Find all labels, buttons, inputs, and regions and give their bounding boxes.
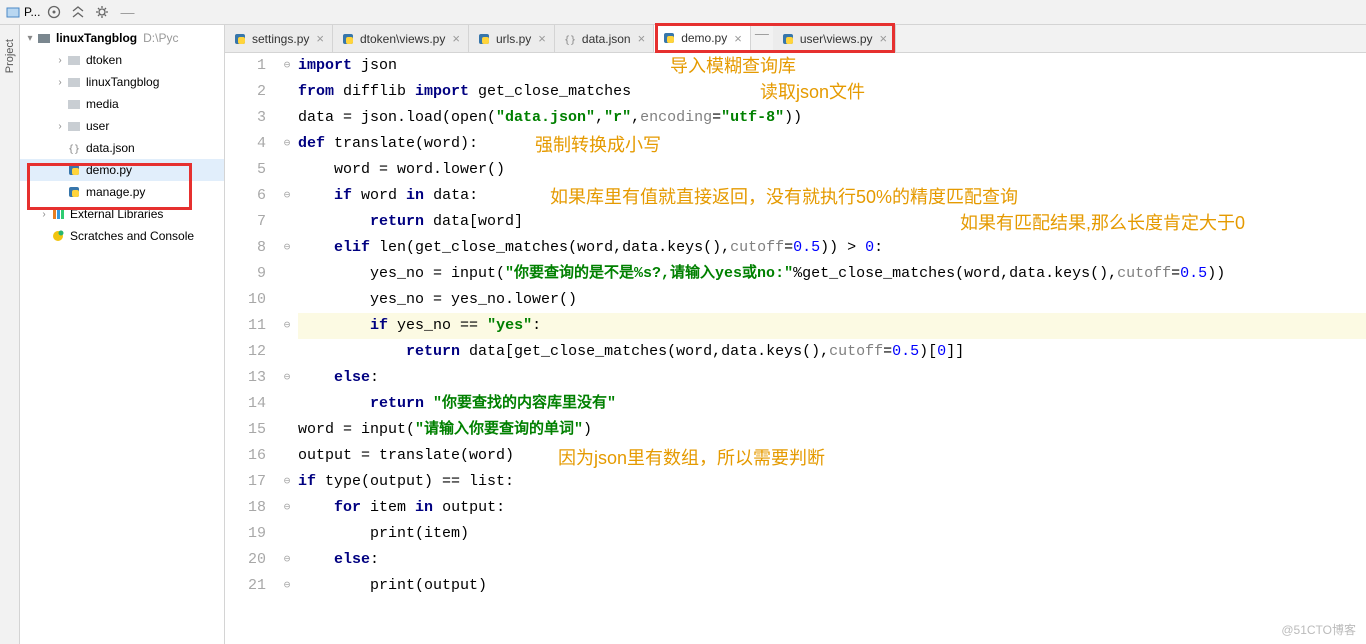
code-line-18[interactable]: for item in output: bbox=[298, 495, 1366, 521]
code-content[interactable]: import jsonfrom difflib import get_close… bbox=[294, 53, 1366, 644]
tree-root-label: linuxTangblog bbox=[56, 31, 137, 45]
tree-item-user[interactable]: ›user bbox=[20, 115, 224, 137]
code-line-16[interactable]: output = translate(word) bbox=[298, 443, 1366, 469]
py-icon bbox=[66, 162, 82, 178]
code-line-14[interactable]: return "你要查找的内容库里没有" bbox=[298, 391, 1366, 417]
tree-item-manage-py[interactable]: manage.py bbox=[20, 181, 224, 203]
dir-icon bbox=[66, 74, 82, 90]
code-line-2[interactable]: from difflib import get_close_matches bbox=[298, 79, 1366, 105]
tab-data-json[interactable]: {}data.json× bbox=[555, 25, 654, 52]
dir-icon bbox=[66, 118, 82, 134]
tab-user-views-py[interactable]: user\views.py× bbox=[773, 25, 896, 52]
tree-item-External Libraries[interactable]: ›External Libraries bbox=[20, 203, 224, 225]
code-line-1[interactable]: import json bbox=[298, 53, 1366, 79]
collapse-icon[interactable] bbox=[68, 2, 88, 22]
folder-icon bbox=[66, 96, 82, 112]
tree-item-linuxTangblog[interactable]: ›linuxTangblog bbox=[20, 71, 224, 93]
code-line-12[interactable]: return data[get_close_matches(word,data.… bbox=[298, 339, 1366, 365]
code-line-15[interactable]: word = input("请输入你要查询的单词") bbox=[298, 417, 1366, 443]
code-line-20[interactable]: else: bbox=[298, 547, 1366, 573]
code-line-7[interactable]: return data[word] bbox=[298, 209, 1366, 235]
py-icon bbox=[662, 31, 676, 45]
target-icon[interactable] bbox=[44, 2, 64, 22]
code-line-6[interactable]: if word in data: bbox=[298, 183, 1366, 209]
tab-settings-py[interactable]: settings.py× bbox=[225, 25, 333, 52]
breadcrumb-bar: P... — bbox=[0, 0, 1366, 25]
tree-root[interactable]: ▾ linuxTangblog D:\Pyc bbox=[20, 27, 224, 49]
tab-urls-py[interactable]: urls.py× bbox=[469, 25, 555, 52]
close-icon[interactable]: × bbox=[732, 31, 744, 46]
gear-icon[interactable] bbox=[92, 2, 112, 22]
tab-demo-py[interactable]: demo.py× bbox=[654, 25, 751, 53]
scratch-icon bbox=[50, 228, 66, 244]
lib-icon bbox=[50, 206, 66, 222]
code-editor[interactable]: 123456789101112131415161718192021 ⊖⊖⊖⊖⊖⊖… bbox=[225, 53, 1366, 644]
code-line-8[interactable]: elif len(get_close_matches(word,data.key… bbox=[298, 235, 1366, 261]
tree-item-Scratches and Console[interactable]: Scratches and Console bbox=[20, 225, 224, 247]
fold-column[interactable]: ⊖⊖⊖⊖⊖⊖⊖⊖⊖⊖ bbox=[280, 53, 294, 644]
line-gutter: 123456789101112131415161718192021 bbox=[225, 53, 280, 644]
tree-item-media[interactable]: media bbox=[20, 93, 224, 115]
close-icon[interactable]: × bbox=[314, 31, 326, 46]
code-line-21[interactable]: print(output) bbox=[298, 573, 1366, 599]
hide-icon[interactable]: — bbox=[751, 25, 773, 52]
close-icon[interactable]: × bbox=[536, 31, 548, 46]
folder-icon bbox=[36, 30, 52, 46]
code-line-10[interactable]: yes_no = yes_no.lower() bbox=[298, 287, 1366, 313]
svg-text:{}: {} bbox=[68, 144, 80, 155]
tree-item-demo-py[interactable]: demo.py bbox=[20, 159, 224, 181]
code-line-11[interactable]: if yes_no == "yes": bbox=[298, 313, 1366, 339]
project-icon bbox=[6, 5, 20, 19]
project-tree[interactable]: ▾ linuxTangblog D:\Pyc ›dtoken›linuxTang… bbox=[20, 25, 225, 644]
py-icon bbox=[341, 32, 355, 46]
py-icon bbox=[233, 32, 247, 46]
hide-tool-icon[interactable]: — bbox=[116, 4, 138, 20]
crumb-project[interactable]: P... bbox=[24, 5, 40, 19]
json-icon: {} bbox=[66, 140, 82, 156]
svg-text:{}: {} bbox=[564, 35, 576, 46]
code-line-5[interactable]: word = word.lower() bbox=[298, 157, 1366, 183]
dir-icon bbox=[66, 52, 82, 68]
tree-item-dtoken[interactable]: ›dtoken bbox=[20, 49, 224, 71]
close-icon[interactable]: × bbox=[636, 31, 648, 46]
code-line-9[interactable]: yes_no = input("你要查询的是不是%s?,请输入yes或no:"%… bbox=[298, 261, 1366, 287]
code-line-3[interactable]: data = json.load(open("data.json","r",en… bbox=[298, 105, 1366, 131]
tab-dtoken-views-py[interactable]: dtoken\views.py× bbox=[333, 25, 469, 52]
code-line-4[interactable]: def translate(word): bbox=[298, 131, 1366, 157]
close-icon[interactable]: × bbox=[878, 31, 890, 46]
code-line-17[interactable]: if type(output) == list: bbox=[298, 469, 1366, 495]
json-icon: {} bbox=[563, 32, 577, 46]
py-icon bbox=[66, 184, 82, 200]
py-icon bbox=[781, 32, 795, 46]
close-icon[interactable]: × bbox=[450, 31, 462, 46]
tree-item-data-json[interactable]: {}data.json bbox=[20, 137, 224, 159]
tree-root-path: D:\Pyc bbox=[143, 31, 178, 45]
code-line-19[interactable]: print(item) bbox=[298, 521, 1366, 547]
editor-tabs: settings.py×dtoken\views.py×urls.py×{}da… bbox=[225, 25, 1366, 53]
code-line-13[interactable]: else: bbox=[298, 365, 1366, 391]
side-tab-bar: Project bbox=[0, 25, 20, 644]
watermark: @51CTO博客 bbox=[1281, 621, 1356, 638]
project-tool-label[interactable]: Project bbox=[4, 31, 16, 81]
py-icon bbox=[477, 32, 491, 46]
